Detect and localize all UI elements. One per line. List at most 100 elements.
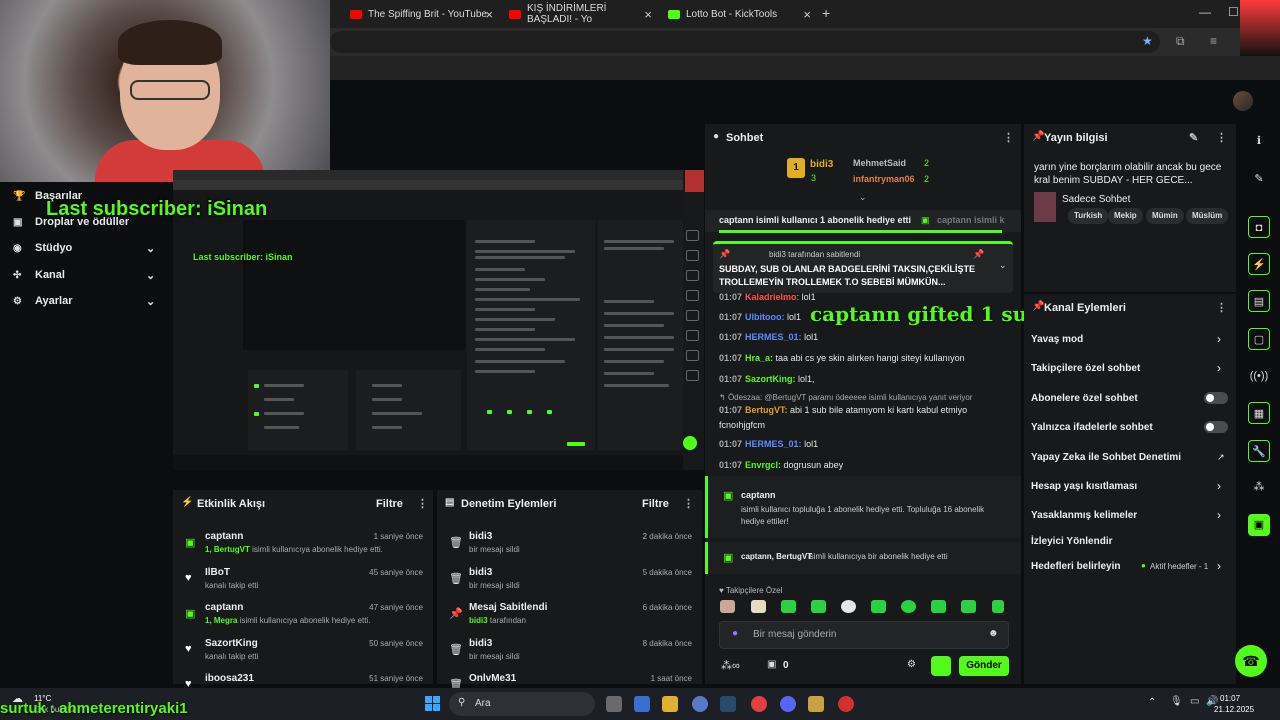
more-options-icon[interactable]: ⋮ [1216,131,1227,144]
gift-user[interactable]: captann, BertugVT [741,552,812,561]
toggle-switch[interactable] [1204,421,1228,433]
info-icon[interactable]: ℹ [1248,130,1270,152]
tag-pill[interactable]: Mekip [1108,208,1143,224]
action-item[interactable]: Hedefleri belirleyin [1031,561,1120,572]
more-options-icon[interactable]: ⋮ [417,497,428,510]
filter-button[interactable]: Filtre [642,498,669,510]
event-name[interactable]: IlBoT [205,567,230,578]
emote-kick[interactable] [781,600,796,613]
chevron-right-icon[interactable]: › [1217,559,1221,573]
infinity-icon[interactable]: ⁂∞ [721,659,740,672]
event-name[interactable]: bidi3 [469,531,492,542]
screen-icon[interactable]: ◘ [1248,216,1270,238]
action-item[interactable]: Yavaş mod [1031,334,1083,345]
action-item[interactable]: Yapay Zeka ile Sohbet Denetimi [1031,452,1181,463]
user-avatar[interactable] [1233,91,1253,111]
chat-username[interactable]: HERMES_01: [745,439,802,449]
chat-username[interactable]: BertugVT: [745,405,788,415]
event-row[interactable]: ▣ captann 1, BertugVT isimli kullanıcıya a… [173,528,433,564]
taskbar-search[interactable]: ⚲ Ara [449,692,595,716]
new-tab-button[interactable]: + [822,5,830,21]
calculator-icon[interactable] [634,696,650,712]
more-options-icon[interactable]: ⋮ [1216,301,1227,314]
event-name[interactable]: Mesaj Sabitlendi [469,602,547,613]
action-item[interactable]: Abonelere özel sohbet [1031,393,1138,404]
emote-kick[interactable] [931,600,946,613]
apps-icon[interactable]: ⁂ [1248,476,1270,498]
kick-bot-icon[interactable] [931,656,951,676]
toggle-switch[interactable] [1204,392,1228,404]
network-icon[interactable]: ▭ [1190,696,1199,707]
chat-username[interactable]: HERMES_01: [745,332,802,342]
more-options-icon[interactable]: ⋮ [1003,131,1014,144]
action-item[interactable]: Hesap yaşı kısıtlaması [1031,481,1137,492]
chevron-right-icon[interactable]: › [1217,332,1221,346]
pinned-message[interactable]: 📌 bidi3 tarafından sabitlendi 📌 ⌄ SUBDAY… [713,241,1013,293]
steam-icon[interactable] [720,696,736,712]
chevron-down-icon[interactable]: ⌄ [859,192,867,203]
chat-input[interactable]: ● Bir mesaj gönderin ☻ [719,621,1009,649]
emote-kick[interactable] [901,600,916,613]
action-item[interactable]: Takipçilere özel sohbet [1031,363,1140,374]
external-link-icon[interactable]: ↗ [1217,452,1225,463]
event-name[interactable]: bidi3 [469,638,492,649]
bookmark-star-icon[interactable]: ★ [1142,34,1153,48]
emote-kick[interactable] [992,600,1004,613]
sidebar-item-studio[interactable]: ◉ Stüdyo ⌄ [0,235,173,261]
windows-start-icon[interactable] [425,696,441,712]
chat-username[interactable]: Hra_a: [745,353,773,363]
close-icon[interactable]: × [485,7,493,22]
event-row[interactable]: ▣ captann 1, Megra isimli kullanıcıya abon… [173,599,433,635]
chat-username[interactable]: Kaladrielmo [745,292,797,302]
app-icon[interactable] [808,696,824,712]
event-row[interactable]: 🗑 bidi3 bir mesajı sildi 2 dakika önce [437,528,702,564]
extensions-icon[interactable]: ⧉ [1176,34,1185,49]
layout-icon[interactable]: ▦ [1248,402,1270,424]
discord-icon[interactable] [780,696,796,712]
chevron-down-icon[interactable]: ⌄ [999,260,1007,271]
maximize-icon[interactable]: ☐ [1228,5,1239,19]
folder-icon[interactable] [662,696,678,712]
chat-username[interactable]: SazortKing: [745,374,796,384]
list-icon[interactable]: ▤ [1248,290,1270,312]
task-view-icon[interactable] [606,696,622,712]
kick-bot-icon[interactable]: ▣ [1248,514,1270,536]
reading-list-icon[interactable]: ≡ [1210,34,1217,48]
action-item[interactable]: İzleyici Yönlendir [1031,536,1113,547]
event-name[interactable]: SazortKing [205,638,258,649]
action-item[interactable]: Yalnızca ifadelerle sohbet [1031,422,1153,433]
pencil-icon[interactable]: ✎ [1248,168,1270,190]
chat-username[interactable]: Ulbitooo: [745,312,785,322]
emote-kick[interactable] [961,600,976,613]
event-row[interactable]: ♥ SazortKing kanalı takip etti 50 saniye ön… [173,635,433,671]
event-name[interactable]: OnlvMe31 [469,673,516,684]
sidebar-item-channel[interactable]: ✣ Kanal ⌄ [0,262,173,288]
tray-chevron-icon[interactable]: ⌃ [1148,697,1156,708]
app-icon[interactable] [838,696,854,712]
obs-icon[interactable] [692,696,708,712]
tag-pill[interactable]: Müslüm [1186,208,1229,224]
edit-icon[interactable]: ✎ [1189,131,1198,144]
tab-kicktools[interactable]: Lotto Bot - KickTools × [660,2,815,26]
minimize-icon[interactable]: — [1199,5,1211,19]
close-icon[interactable]: × [803,7,811,22]
chrome-icon[interactable] [751,696,767,712]
emote-ball[interactable] [841,600,856,613]
broadcast-icon[interactable]: ((•)) [1248,365,1270,387]
event-name[interactable]: captann [205,531,243,542]
tab-youtube-2[interactable]: KIŞ İNDİRİMLERİ BAŞLADI! - Yo × [501,2,656,26]
event-row[interactable]: 📌 Mesaj Sabitlendi bidi3 tarafından 6 dakik… [437,599,702,635]
chevron-right-icon[interactable]: › [1217,361,1221,375]
emote-face[interactable] [751,600,766,613]
send-button[interactable]: Gönder [959,656,1009,676]
more-options-icon[interactable]: ⋮ [683,497,694,510]
chevron-right-icon[interactable]: › [1217,479,1221,493]
clock-date[interactable]: 21.12.2025 [1214,705,1254,714]
sidebar-item-settings[interactable]: ⚙ Ayarlar ⌄ [0,288,173,314]
event-name[interactable]: captann [205,602,243,613]
chat-bubble-icon[interactable]: ▢ [1248,328,1270,350]
gift-icon[interactable]: ▣ [767,659,776,670]
emote-kick[interactable] [811,600,826,613]
clock-time[interactable]: 01:07 [1220,694,1240,703]
tab-youtube[interactable]: The Spiffing Brit - YouTube × [342,2,497,26]
